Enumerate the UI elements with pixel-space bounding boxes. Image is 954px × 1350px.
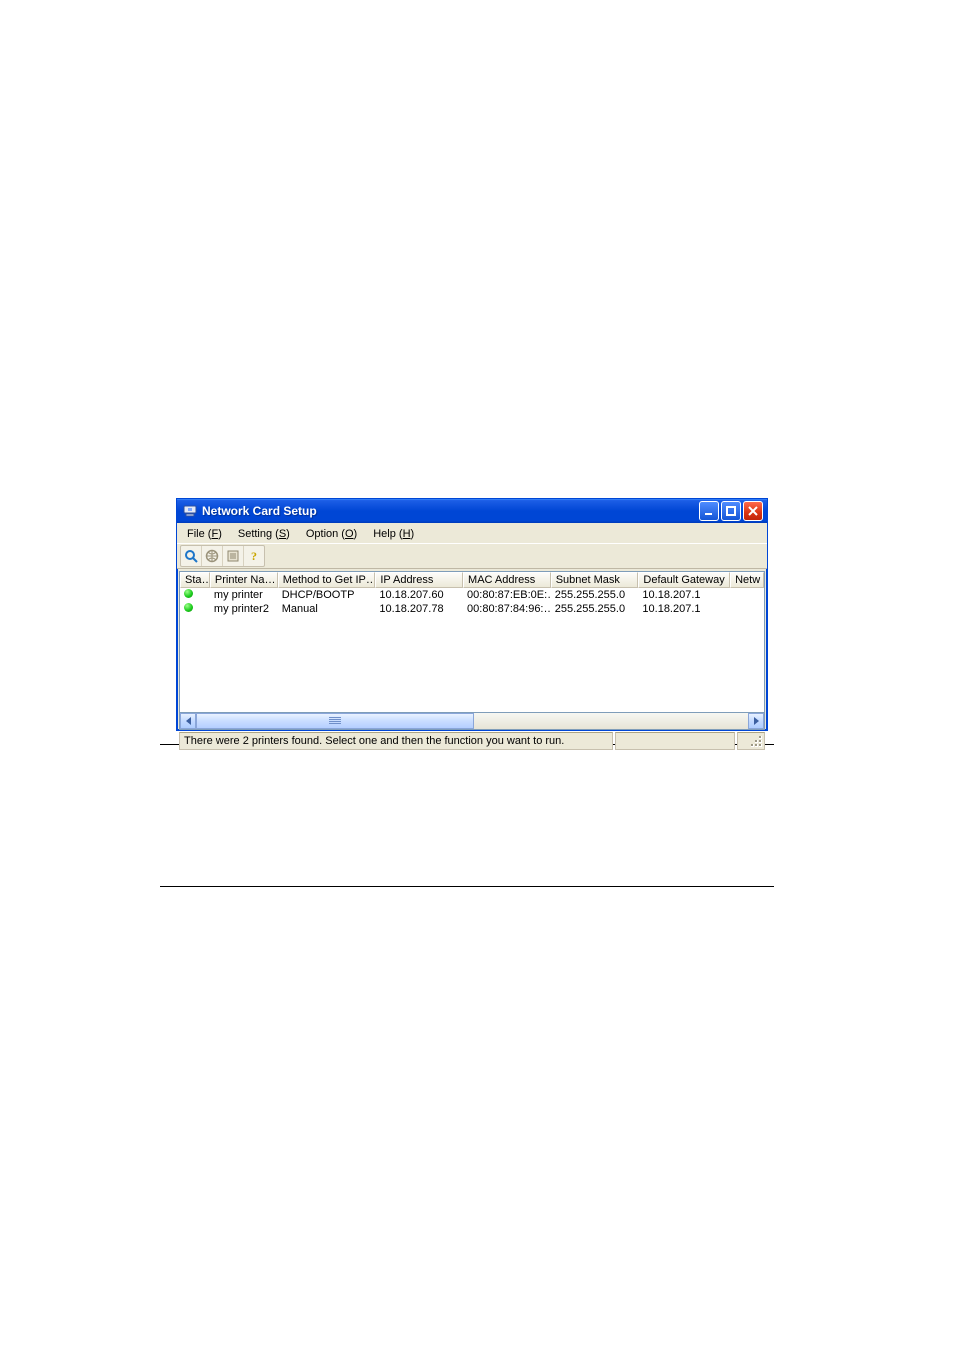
- printer-listview[interactable]: Sta… Printer Na… Method to Get IP… IP Ad…: [179, 571, 765, 713]
- col-status[interactable]: Sta…: [180, 572, 210, 588]
- mask-cell: 255.255.255.0: [551, 603, 639, 615]
- search-icon[interactable]: [181, 546, 202, 566]
- listview-rows: my printer DHCP/BOOTP 10.18.207.60 00:80…: [180, 588, 764, 712]
- resize-grip[interactable]: [737, 732, 765, 750]
- scroll-right-button[interactable]: [748, 713, 764, 729]
- menu-help[interactable]: Help (H): [367, 528, 422, 540]
- status-pane-2: [615, 732, 735, 750]
- printer-cell: my printer: [210, 589, 278, 601]
- status-text: There were 2 printers found. Select one …: [179, 732, 613, 750]
- table-row[interactable]: my printer DHCP/BOOTP 10.18.207.60 00:80…: [180, 588, 764, 602]
- app-icon: [182, 503, 198, 519]
- gw-cell: 10.18.207.1: [638, 589, 730, 601]
- col-printer[interactable]: Printer Na…: [210, 572, 278, 588]
- menu-option[interactable]: Option (O): [300, 528, 365, 540]
- toolbar: ?: [177, 543, 767, 569]
- status-dot-green-icon: [184, 603, 193, 612]
- properties-icon[interactable]: [223, 546, 244, 566]
- chevron-right-icon: [754, 717, 759, 725]
- status-bar: There were 2 printers found. Select one …: [179, 732, 765, 750]
- col-method[interactable]: Method to Get IP…: [278, 572, 376, 588]
- window-title: Network Card Setup: [202, 504, 317, 518]
- gw-cell: 10.18.207.1: [638, 603, 730, 615]
- mac-cell: 00:80:87:84:96:…: [463, 603, 551, 615]
- window: Network Card Setup File (F) Setting (S): [176, 498, 768, 731]
- col-mac[interactable]: MAC Address: [463, 572, 551, 588]
- col-mask[interactable]: Subnet Mask: [551, 572, 639, 588]
- printer-cell: my printer2: [210, 603, 278, 615]
- status-cell: [180, 603, 210, 615]
- menu-setting[interactable]: Setting (S): [232, 528, 298, 540]
- scroll-left-button[interactable]: [180, 713, 196, 729]
- col-ip[interactable]: IP Address: [375, 572, 463, 588]
- chevron-left-icon: [186, 717, 191, 725]
- scroll-thumb[interactable]: [196, 713, 474, 729]
- page-divider-bottom: [160, 886, 774, 887]
- ip-cell: 10.18.207.78: [375, 603, 463, 615]
- col-gw[interactable]: Default Gateway: [638, 572, 730, 588]
- grip-icon: [329, 717, 341, 725]
- menu-file[interactable]: File (F): [181, 528, 230, 540]
- horizontal-scrollbar[interactable]: [179, 713, 765, 730]
- method-cell: DHCP/BOOTP: [278, 589, 376, 601]
- resize-grip-icon: [750, 735, 762, 747]
- method-cell: Manual: [278, 603, 376, 615]
- status-dot-green-icon: [184, 589, 193, 598]
- listview-header[interactable]: Sta… Printer Na… Method to Get IP… IP Ad…: [180, 572, 764, 588]
- svg-text:?: ?: [251, 549, 257, 563]
- status-cell: [180, 589, 210, 601]
- mask-cell: 255.255.255.0: [551, 589, 639, 601]
- globe-icon[interactable]: [202, 546, 223, 566]
- menu-bar: File (F) Setting (S) Option (O) Help (H): [177, 523, 767, 543]
- close-button[interactable]: [743, 501, 763, 521]
- table-row[interactable]: my printer2 Manual 10.18.207.78 00:80:87…: [180, 602, 764, 616]
- mac-cell: 00:80:87:EB:0E:…: [463, 589, 551, 601]
- maximize-button[interactable]: [721, 501, 741, 521]
- col-net[interactable]: Netw: [730, 572, 764, 588]
- scroll-track[interactable]: [196, 713, 748, 729]
- title-bar[interactable]: Network Card Setup: [177, 499, 767, 523]
- help-icon[interactable]: ?: [244, 546, 264, 566]
- minimize-button[interactable]: [699, 501, 719, 521]
- ip-cell: 10.18.207.60: [375, 589, 463, 601]
